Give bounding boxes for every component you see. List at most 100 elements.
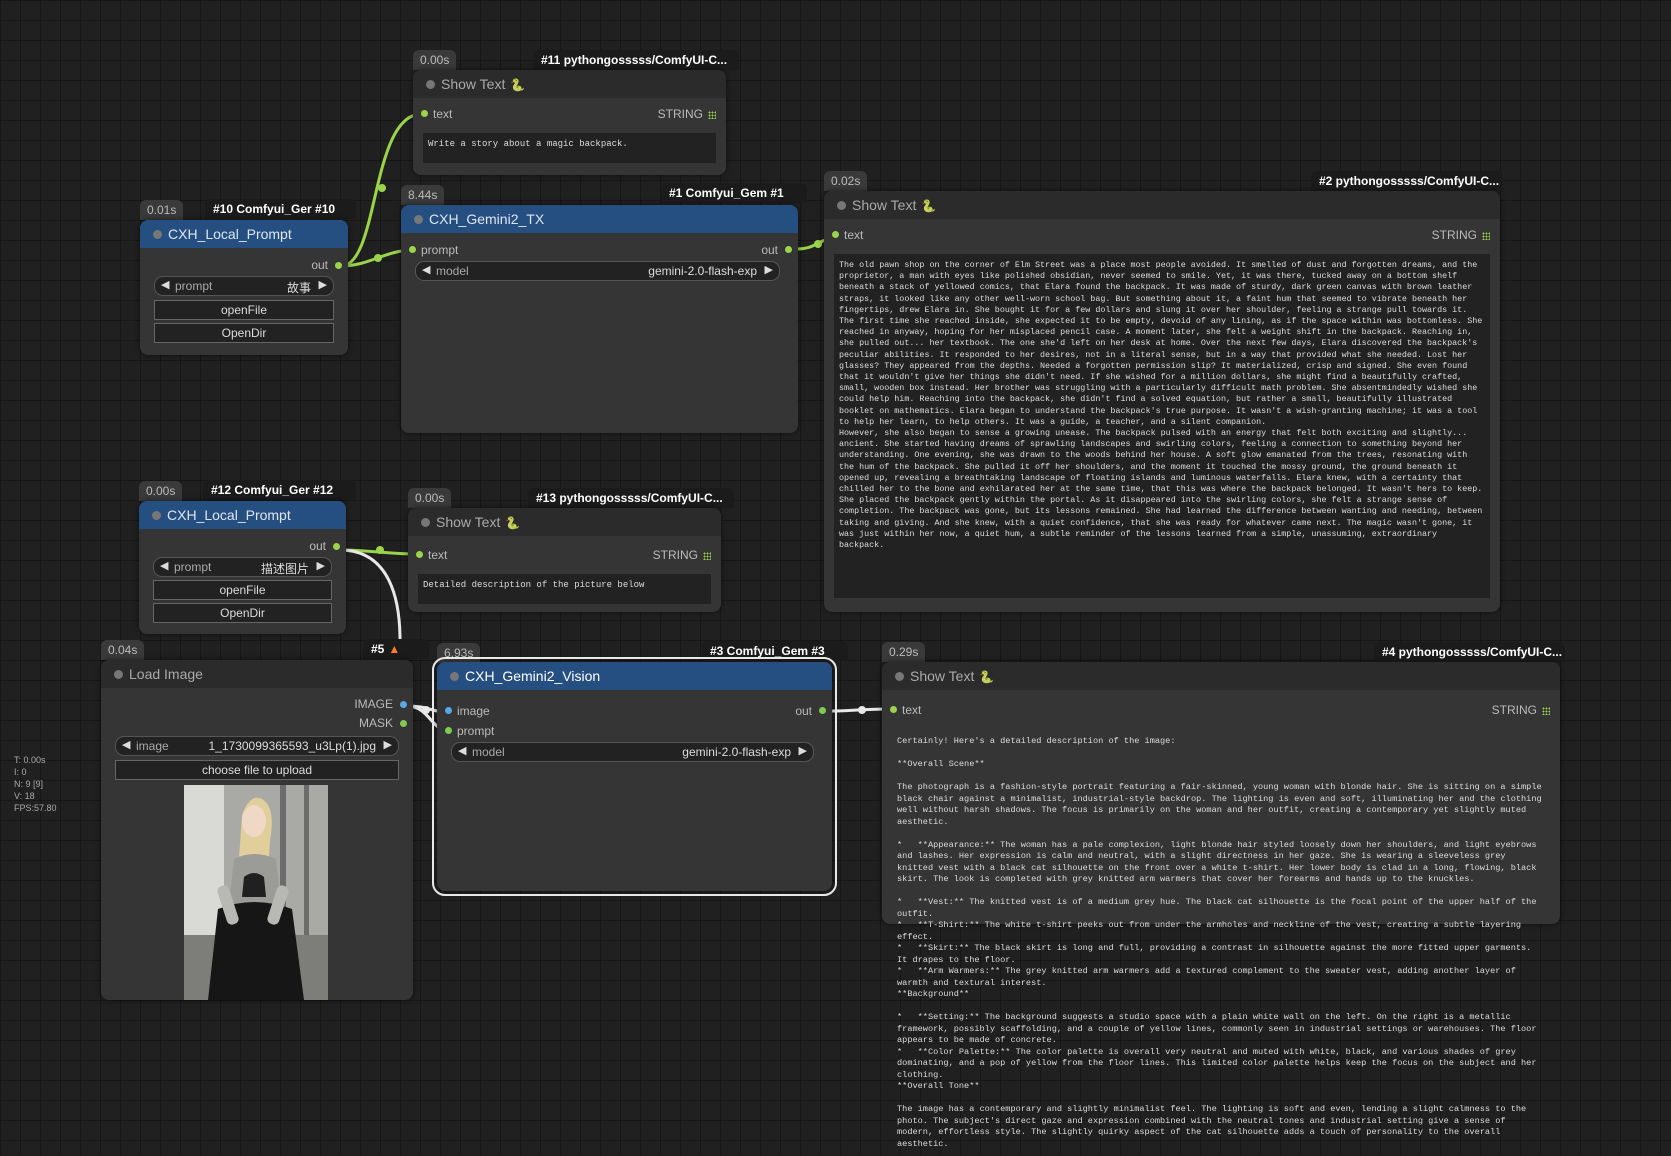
node-1-out-label: out	[761, 243, 778, 257]
node-12-prompt-select[interactable]: ◀ prompt 描述图片 ▶	[153, 557, 332, 577]
node-12-opendir-button[interactable]: OpenDir	[153, 603, 332, 623]
node-11-text-display[interactable]: Write a story about a magic backpack.	[423, 133, 716, 163]
node-11-show-text[interactable]: Show Text 🐍 text STRING Write a story abo…	[413, 70, 726, 175]
node-10-out-pin[interactable]	[335, 262, 342, 269]
node-10-openfile-button[interactable]: openFile	[154, 300, 334, 320]
node-3-prompt-input-label: prompt	[457, 724, 495, 738]
fox-icon: ▲	[388, 642, 401, 656]
node-1-prompt-label: prompt	[421, 243, 459, 257]
node-2-type-label: STRING	[1431, 228, 1477, 242]
node-1-title: CXH_Gemini2_TX	[429, 211, 545, 227]
node-10-title-bar[interactable]: CXH_Local_Prompt	[140, 220, 348, 248]
node-12-openfile-button[interactable]: openFile	[153, 580, 332, 600]
collapse-dot-icon[interactable]	[426, 80, 435, 89]
node-2-text-input-pin[interactable]	[832, 231, 839, 238]
collapse-dot-icon[interactable]	[895, 672, 904, 681]
node-5-image-label: image	[136, 739, 169, 753]
node-5-upload-button[interactable]: choose file to upload	[115, 760, 399, 780]
node-4-title-bar[interactable]: Show Text 🐍	[882, 662, 1560, 690]
stat-i: I: 0	[14, 767, 27, 777]
collapse-dot-icon[interactable]	[153, 230, 162, 239]
node-4-title: Show Text	[910, 668, 975, 684]
node-4-text-input-pin[interactable]	[890, 706, 897, 713]
node-5-image-output-pin[interactable]	[400, 701, 407, 708]
node-12-time-badge: 0.00s	[139, 481, 183, 501]
node-1-model-select[interactable]: ◀ model gemini-2.0-flash-exp ▶	[415, 261, 780, 281]
node-5-time-badge: 0.04s	[101, 640, 145, 660]
node-11-text-input-pin[interactable]	[421, 110, 428, 117]
stat-v: V: 18	[14, 791, 35, 801]
arrow-left-icon[interactable]: ◀	[122, 738, 130, 751]
node-3-prompt-input-pin[interactable]	[445, 727, 452, 734]
string-grid-icon	[708, 110, 716, 119]
node-10-out-label: out	[311, 258, 328, 272]
node-5-load-image[interactable]: Load Image IMAGE MASK ◀ image 1_17300993…	[101, 660, 413, 1000]
node-12-title-bar[interactable]: CXH_Local_Prompt	[139, 501, 346, 529]
node-1-prompt-pin[interactable]	[409, 246, 416, 253]
photo-preview-illustration	[184, 785, 328, 1000]
stat-fps: FPS:57.80	[14, 803, 57, 813]
node-12-id-label: #12 Comfyui_Ger #12	[203, 480, 356, 500]
string-grid-icon	[703, 551, 711, 560]
node-13-show-text[interactable]: Show Text 🐍 text STRING Detailed descript…	[408, 508, 721, 612]
node-5-image-preview	[184, 785, 328, 1000]
node-2-id-label: #2 pythongosssss/ComfyUI-C...	[1311, 171, 1503, 191]
snake-icon: 🐍	[921, 199, 937, 213]
collapse-dot-icon[interactable]	[450, 672, 459, 681]
node-13-text-display[interactable]: Detailed description of the picture belo…	[418, 574, 711, 604]
node-13-text-input-pin[interactable]	[416, 551, 423, 558]
node-3-title: CXH_Gemini2_Vision	[465, 668, 601, 684]
node-13-title: Show Text	[436, 514, 501, 530]
node-2-text-display[interactable]: The old pawn shop on the corner of Elm S…	[834, 254, 1490, 598]
node-3-title-bar[interactable]: CXH_Gemini2_Vision	[437, 662, 832, 690]
node-1-out-pin[interactable]	[785, 246, 792, 253]
arrow-right-icon[interactable]: ▶	[799, 744, 807, 757]
node-5-title-bar[interactable]: Load Image	[101, 660, 413, 688]
node-12-prompt-value: 描述图片	[260, 562, 309, 576]
arrow-left-icon[interactable]: ◀	[161, 278, 169, 291]
node-10-prompt-value: 故事	[286, 281, 311, 295]
node-1-gemini-tx[interactable]: CXH_Gemini2_TX prompt out ◀ model gemini…	[401, 205, 798, 433]
arrow-right-icon[interactable]: ▶	[765, 263, 773, 276]
arrow-left-icon[interactable]: ◀	[422, 263, 430, 276]
node-11-title-bar[interactable]: Show Text 🐍	[413, 70, 726, 98]
node-1-title-bar[interactable]: CXH_Gemini2_TX	[401, 205, 798, 233]
collapse-dot-icon[interactable]	[414, 215, 423, 224]
node-11-type-label: STRING	[657, 107, 703, 121]
node-2-show-text[interactable]: Show Text 🐍 text STRING The old pawn shop…	[824, 191, 1500, 612]
node-10-local-prompt[interactable]: CXH_Local_Prompt out ◀ prompt 故事 ▶ openF…	[140, 220, 348, 355]
collapse-dot-icon[interactable]	[114, 670, 123, 679]
node-3-out-pin[interactable]	[819, 707, 826, 714]
node-4-show-text[interactable]: Show Text 🐍 text STRING Certainly! Here's…	[882, 662, 1560, 1149]
node-2-title: Show Text	[852, 197, 917, 213]
node-1-model-label: model	[436, 264, 469, 278]
arrow-right-icon[interactable]: ▶	[317, 559, 325, 572]
arrow-left-icon[interactable]: ◀	[458, 744, 466, 757]
node-10-opendir-button[interactable]: OpenDir	[154, 323, 334, 343]
node-10-prompt-label: prompt	[175, 279, 213, 293]
node-4-text-display[interactable]: Certainly! Here's a detailed description…	[892, 730, 1550, 1156]
arrow-left-icon[interactable]: ◀	[160, 559, 168, 572]
node-3-image-input-pin[interactable]	[445, 707, 452, 714]
node-11-id-label: #11 pythongosssss/ComfyUI-C...	[533, 50, 739, 70]
node-3-gemini-vision[interactable]: CXH_Gemini2_Vision image prompt out ◀ mo…	[432, 657, 837, 896]
node-2-title-bar[interactable]: Show Text 🐍	[824, 191, 1500, 219]
node-12-title: CXH_Local_Prompt	[167, 507, 291, 523]
snake-icon: 🐍	[510, 78, 526, 92]
node-5-image-filename: 1_1730099365593_u3Lp(1).jpg	[208, 739, 377, 753]
node-12-local-prompt[interactable]: CXH_Local_Prompt out ◀ prompt 描述图片 ▶ ope…	[139, 501, 346, 634]
node-12-out-pin[interactable]	[333, 543, 340, 550]
node-13-id-label: #13 pythongosssss/ComfyUI-C...	[528, 488, 734, 508]
node-3-time-badge: 6.93s	[437, 643, 481, 663]
collapse-dot-icon[interactable]	[421, 518, 430, 527]
node-3-model-select[interactable]: ◀ model gemini-2.0-flash-exp ▶	[451, 742, 814, 762]
arrow-right-icon[interactable]: ▶	[319, 278, 327, 291]
collapse-dot-icon[interactable]	[837, 201, 846, 210]
collapse-dot-icon[interactable]	[152, 511, 161, 520]
node-5-mask-output-pin[interactable]	[400, 720, 407, 727]
arrow-right-icon[interactable]: ▶	[384, 738, 392, 751]
node-5-image-select[interactable]: ◀ image 1_1730099365593_u3Lp(1).jpg ▶	[115, 736, 399, 756]
node-13-title-bar[interactable]: Show Text 🐍	[408, 508, 721, 536]
node-10-prompt-select[interactable]: ◀ prompt 故事 ▶	[154, 276, 334, 296]
node-2-text-input-label: text	[844, 228, 864, 242]
